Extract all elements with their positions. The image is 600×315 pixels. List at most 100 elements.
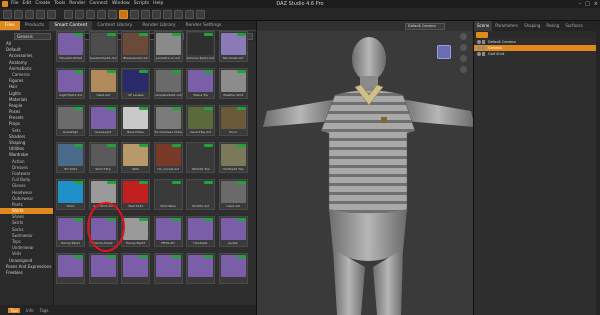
content-thumbnail[interactable]: MFSS-3D <box>153 216 183 247</box>
rotate-tool-icon[interactable] <box>97 9 106 19</box>
content-thumbnail[interactable] <box>88 253 118 284</box>
figure-model[interactable] <box>257 21 474 315</box>
content-thumbnail[interactable]: !Shirt <box>56 179 85 210</box>
maximize-button[interactable]: □ <box>585 1 590 7</box>
content-thumbnail[interactable] <box>186 253 215 284</box>
lock-icon[interactable] <box>482 52 485 56</box>
content-thumbnail[interactable]: Shirt-WGA <box>153 179 183 210</box>
visibility-eye-icon[interactable] <box>477 40 481 44</box>
render-icon[interactable] <box>119 9 128 19</box>
content-thumbnail[interactable]: Lampshade01.duf <box>153 68 183 99</box>
camera-icon[interactable] <box>196 9 205 19</box>
surface-tool-icon[interactable] <box>152 9 161 19</box>
menu-tools[interactable]: Tools <box>54 1 65 7</box>
content-thumbnail[interactable]: !VL_Corset.duf <box>153 142 183 173</box>
content-thumbnail[interactable]: !Vest.duf <box>218 179 248 210</box>
minimize-button[interactable]: – <box>579 1 582 7</box>
content-thumbnail[interactable]: !Feather Shirt <box>218 68 248 99</box>
node-select-icon[interactable] <box>75 9 84 19</box>
tab-files[interactable]: Files <box>0 21 20 30</box>
light-icon[interactable] <box>185 9 194 19</box>
content-thumbnail[interactable] <box>121 253 150 284</box>
menu-help[interactable]: Help <box>153 1 163 7</box>
content-thumbnail[interactable]: !Pri Sh01 <box>56 142 85 173</box>
content-thumbnail[interactable]: Jacket <box>218 216 248 247</box>
content-thumbnail[interactable]: GrassLight <box>88 105 118 136</box>
category-item[interactable]: Freebies <box>0 270 53 276</box>
content-thumbnail[interactable]: Shirt-T-Top <box>88 142 118 173</box>
content-thumbnail[interactable]: Kimono-Top01.duf <box>186 31 215 62</box>
content-thumbnail[interactable]: Handy-Top03 <box>121 216 150 247</box>
visibility-eye-icon[interactable] <box>477 46 481 50</box>
new-scene-icon[interactable] <box>3 9 12 19</box>
viewport[interactable]: Default Camera <box>256 21 474 315</box>
thumbnail-image <box>188 218 213 240</box>
content-thumbnail[interactable]: !Red Shirt <box>121 179 150 210</box>
lock-icon[interactable] <box>482 46 485 50</box>
pose-tool-icon[interactable] <box>141 9 150 19</box>
save-icon[interactable] <box>25 9 34 19</box>
menu-edit[interactable]: Edit <box>23 1 32 7</box>
open-icon[interactable] <box>14 9 23 19</box>
content-thumbnail[interactable]: !GuardTop.duf <box>186 105 215 136</box>
tab-content-library[interactable]: Content Library <box>92 21 137 30</box>
content-thumbnail[interactable] <box>218 253 248 284</box>
content-thumbnail[interactable]: !LightTop01.duf <box>56 68 85 99</box>
content-thumbnail[interactable]: Shirt02.duf <box>186 179 215 210</box>
tab-surfaces[interactable]: Surfaces <box>562 21 585 31</box>
redo-icon[interactable] <box>47 9 56 19</box>
content-thumbnail[interactable]: Jacket01-x1.duf <box>153 31 183 62</box>
figure-filter-dropdown[interactable]: Genesis <box>14 33 51 40</box>
visibility-eye-icon[interactable] <box>477 52 481 56</box>
scene-filter-button[interactable] <box>476 32 488 38</box>
content-thumbnail[interactable]: !StreetClothSet <box>56 31 85 62</box>
content-thumbnail[interactable]: Hoodie01 <box>186 216 215 247</box>
lock-icon[interactable] <box>482 40 485 44</box>
menu-connect[interactable]: Connect <box>89 1 108 7</box>
menu-window[interactable]: Window <box>112 1 130 7</box>
content-thumbnail[interactable]: Enchantress Shawl <box>153 105 183 136</box>
tab-info[interactable]: Info <box>26 308 34 313</box>
content-thumbnail[interactable]: Handy-Top01 <box>56 216 85 247</box>
universal-tool-icon[interactable] <box>64 9 73 19</box>
content-thumbnail[interactable]: !LF Lenses <box>121 68 150 99</box>
geometry-editor-icon[interactable] <box>174 9 183 19</box>
thumbnail-image <box>123 107 148 129</box>
content-thumbnail[interactable] <box>153 253 183 284</box>
content-thumbnail[interactable]: GrassHigh <box>56 105 85 136</box>
content-thumbnail[interactable]: Boss Pillow <box>121 105 150 136</box>
tab-scene[interactable]: Scene <box>474 21 493 31</box>
content-thumbnail[interactable]: !OldTop01 Top <box>218 142 248 173</box>
content-thumbnail[interactable]: !Vest.duf <box>88 68 118 99</box>
close-button[interactable]: × <box>594 1 598 7</box>
menu-file[interactable]: File <box>11 1 19 7</box>
content-thumbnail[interactable]: !Shirt01 Top <box>186 142 215 173</box>
scale-tool-icon[interactable] <box>108 9 117 19</box>
scene-scrollbar[interactable] <box>596 31 600 315</box>
tab-tips[interactable]: Tips <box>8 307 21 313</box>
menu-scripts[interactable]: Scripts <box>134 1 149 7</box>
tab-tags[interactable]: Tags <box>40 308 49 313</box>
undo-icon[interactable] <box>36 9 45 19</box>
tab-smart-content[interactable]: Smart Content <box>49 21 93 30</box>
tab-shaping[interactable]: Shaping <box>521 21 543 31</box>
scene-node[interactable]: Golf Shirt <box>474 51 600 57</box>
tab-render-library[interactable]: Render Library <box>137 21 180 30</box>
content-thumbnail[interactable]: SweeterTop01.duf <box>88 31 118 62</box>
menu-create[interactable]: Create <box>35 1 50 7</box>
joint-editor-icon[interactable] <box>163 9 172 19</box>
installed-badge <box>139 181 148 184</box>
tab-parameters[interactable]: Parameters <box>492 21 521 31</box>
content-thumbnail[interactable]: Silk-Chest.duf <box>218 31 248 62</box>
menu-render[interactable]: Render <box>69 1 85 7</box>
tab-posing[interactable]: Posing <box>543 21 562 31</box>
content-thumbnail[interactable]: SDD <box>121 142 150 173</box>
translate-tool-icon[interactable] <box>86 9 95 19</box>
content-thumbnail[interactable]: !Tunic <box>218 105 248 136</box>
content-thumbnail[interactable]: BlazerJacket.duf <box>121 31 150 62</box>
tab-render-settings[interactable]: Render Settings <box>181 21 227 30</box>
spot-render-icon[interactable] <box>130 9 139 19</box>
content-thumbnail[interactable] <box>56 253 85 284</box>
tab-products[interactable]: Products <box>20 21 49 30</box>
content-thumbnail[interactable]: !Mane Top <box>186 68 215 99</box>
